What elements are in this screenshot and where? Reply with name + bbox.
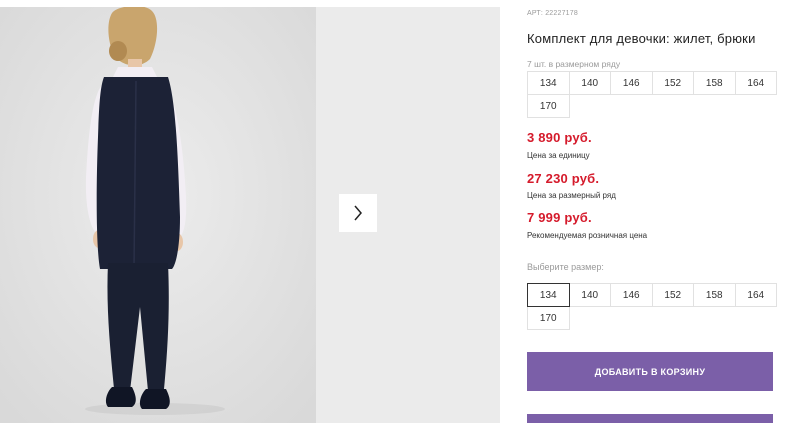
size-selector: 134 140 146 152 158 164 170: [527, 283, 783, 330]
size-option-164[interactable]: 164: [734, 283, 777, 307]
series-size: 134: [527, 71, 570, 95]
chevron-right-icon: [354, 205, 362, 221]
size-option-140[interactable]: 140: [568, 283, 611, 307]
secondary-action-button[interactable]: [527, 414, 773, 423]
series-size: 164: [734, 71, 777, 95]
series-price: 27 230 руб.: [527, 171, 600, 186]
article-label: АРТ:: [527, 10, 544, 17]
series-size: 146: [610, 71, 653, 95]
retail-price-note: Рекомендуемая розничная цена: [527, 231, 648, 240]
size-series-label: 7 шт. в размерном ряду: [527, 59, 621, 69]
size-option-158[interactable]: 158: [693, 283, 736, 307]
series-size: 158: [693, 71, 736, 95]
product-photo: [0, 7, 316, 423]
article-value: 22227178: [545, 10, 578, 17]
choose-size-label: Выберите размер:: [527, 262, 604, 272]
retail-price: 7 999 руб.: [527, 210, 592, 225]
series-size: 140: [568, 71, 611, 95]
size-option-146[interactable]: 146: [610, 283, 653, 307]
size-option-152[interactable]: 152: [651, 283, 694, 307]
size-option-170[interactable]: 170: [527, 306, 570, 330]
product-photo-illustration: [0, 7, 316, 423]
unit-price: 3 890 руб.: [527, 130, 592, 145]
article-number: АРТ: 22227178: [527, 10, 578, 17]
series-price-note: Цена за размерный ряд: [527, 191, 616, 200]
product-title: Комплект для девочки: жилет, брюки: [527, 31, 756, 46]
series-size: 152: [651, 71, 694, 95]
unit-price-note: Цена за единицу: [527, 151, 590, 160]
size-option-134[interactable]: 134: [527, 283, 570, 307]
size-series-list: 134 140 146 152 158 164 170: [527, 71, 783, 118]
product-gallery: [0, 0, 500, 423]
gallery-next-area: [316, 7, 500, 423]
add-to-cart-button[interactable]: ДОБАВИТЬ В КОРЗИНУ: [527, 352, 773, 391]
series-size: 170: [527, 94, 570, 118]
gallery-next-button[interactable]: [339, 194, 377, 232]
